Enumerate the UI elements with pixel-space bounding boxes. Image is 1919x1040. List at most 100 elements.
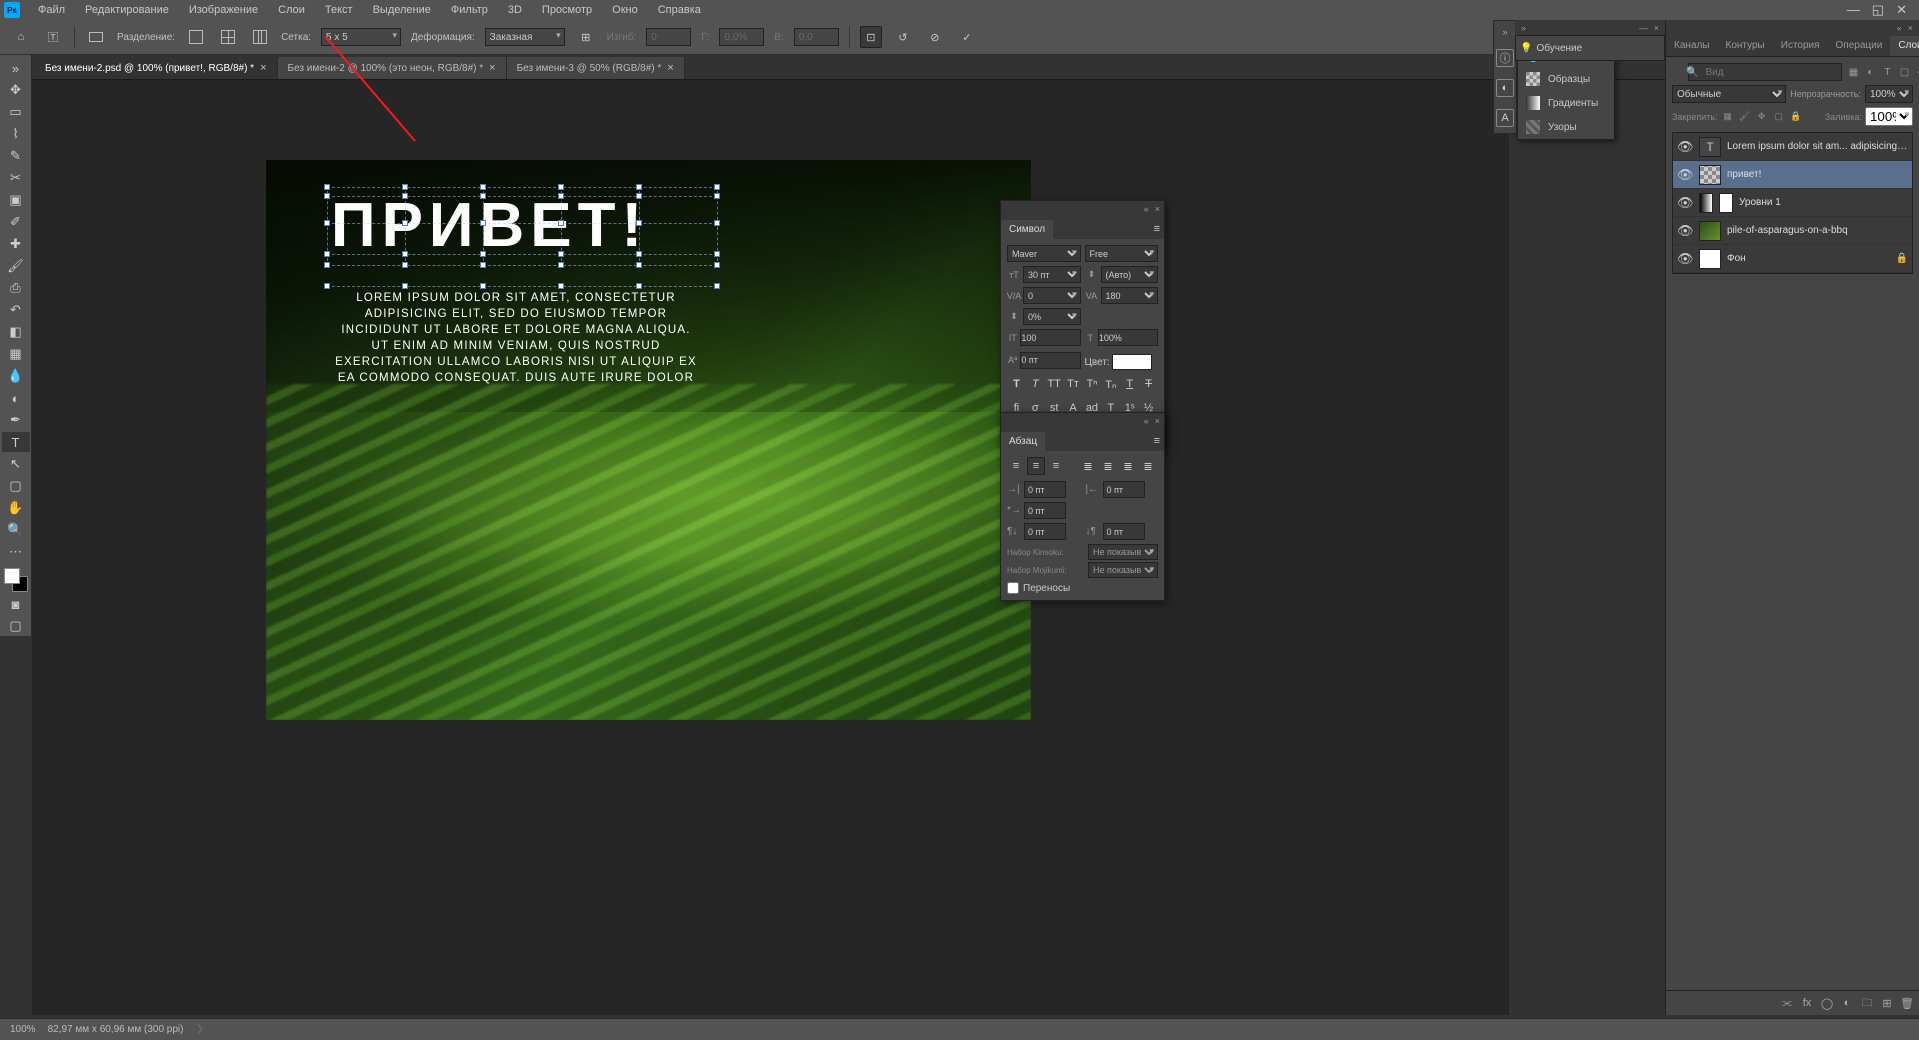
expand-icon[interactable]: » bbox=[1502, 27, 1507, 37]
filter-shape-icon[interactable]: ▢ bbox=[1897, 65, 1911, 79]
menu-layer[interactable]: Слои bbox=[268, 1, 315, 19]
menu-file[interactable]: Файл bbox=[28, 1, 75, 19]
lock-trans-icon[interactable]: ▦ bbox=[1721, 110, 1735, 124]
move-tool-preset-icon[interactable]: 🅃 bbox=[42, 26, 64, 48]
menu-window[interactable]: Окно bbox=[602, 1, 648, 19]
move-tool[interactable]: ✥ bbox=[2, 80, 30, 100]
space-before-input[interactable] bbox=[1024, 523, 1066, 540]
flyout-swatches[interactable]: Образцы bbox=[1518, 67, 1614, 91]
collapse-icon[interactable]: » bbox=[1521, 23, 1526, 33]
quick-select-tool[interactable]: ✎ bbox=[2, 146, 30, 166]
foreground-color[interactable] bbox=[4, 568, 20, 584]
libraries-icon[interactable]: A bbox=[1496, 109, 1514, 127]
properties-icon[interactable]: ⓘ bbox=[1496, 49, 1514, 67]
screenmode-icon[interactable]: ▢ bbox=[2, 616, 30, 636]
tab-layers[interactable]: Слои bbox=[1890, 36, 1919, 56]
tab-close-icon[interactable]: × bbox=[667, 62, 673, 74]
hand-tool[interactable]: ✋ bbox=[2, 498, 30, 518]
cancel-transform-icon[interactable]: ⊘ bbox=[924, 26, 946, 48]
menu-help[interactable]: Справка bbox=[648, 1, 711, 19]
panel-header[interactable]: «× bbox=[1001, 413, 1164, 429]
bold-icon[interactable]: T bbox=[1007, 374, 1026, 394]
color-swatch[interactable] bbox=[4, 568, 28, 592]
tab-paths[interactable]: Контуры bbox=[1718, 36, 1773, 56]
blur-tool[interactable]: 💧 bbox=[2, 366, 30, 386]
visibility-icon[interactable]: 👁 bbox=[1677, 195, 1693, 211]
orientation-toggle-icon[interactable] bbox=[85, 26, 107, 48]
close-panel-icon[interactable]: × bbox=[1908, 23, 1913, 33]
filter-smart-icon[interactable]: ◈ bbox=[1914, 65, 1919, 79]
doc-size[interactable]: 82,97 мм x 60,96 мм (300 ppi) bbox=[48, 1024, 184, 1035]
adjustments-icon[interactable]: ◐ bbox=[1496, 79, 1514, 97]
doc-tab-2[interactable]: Без имени-3 @ 50% (RGB/8#) *× bbox=[507, 57, 685, 79]
layer-name[interactable]: Lorem ipsum dolor sit am... adipisicing … bbox=[1727, 141, 1908, 152]
hyphenate-checkbox[interactable] bbox=[1007, 582, 1019, 594]
allcaps-icon[interactable]: TT bbox=[1045, 374, 1064, 394]
minimize-icon[interactable]: — bbox=[1847, 2, 1860, 18]
layer-row[interactable]: 👁 привет! bbox=[1673, 161, 1912, 189]
tab-actions[interactable]: Операции bbox=[1828, 36, 1891, 56]
tab-channels[interactable]: Каналы bbox=[1666, 36, 1718, 56]
menu-edit[interactable]: Редактирование bbox=[75, 1, 179, 19]
path-select-tool[interactable]: ↖ bbox=[2, 454, 30, 474]
smallcaps-icon[interactable]: Tᴛ bbox=[1064, 374, 1083, 394]
body-text-layer[interactable]: LOREM IPSUM DOLOR SIT AMET, CONSECTETUR … bbox=[331, 290, 701, 387]
reset-icon[interactable]: ↺ bbox=[892, 26, 914, 48]
visibility-icon[interactable]: 👁 bbox=[1677, 167, 1693, 183]
layer-row[interactable]: 👁 pile-of-asparagus-on-a-bbq bbox=[1673, 217, 1912, 245]
layer-fx-icon[interactable]: fx bbox=[1799, 995, 1815, 1011]
quickmask-icon[interactable]: ◙ bbox=[2, 594, 30, 614]
align-center-icon[interactable]: ≡ bbox=[1027, 457, 1045, 475]
text-color-swatch[interactable] bbox=[1112, 354, 1152, 370]
blend-mode-select[interactable]: Обычные bbox=[1672, 85, 1786, 103]
delete-layer-icon[interactable]: 🗑 bbox=[1899, 995, 1915, 1011]
learn-panel-tab[interactable]: 💡 Обучение bbox=[1515, 35, 1665, 61]
layer-name[interactable]: pile-of-asparagus-on-a-bbq bbox=[1727, 225, 1908, 236]
align-right-icon[interactable]: ≡ bbox=[1047, 457, 1065, 475]
superscript-icon[interactable]: Tⁿ bbox=[1083, 374, 1102, 394]
indent-first-input[interactable] bbox=[1024, 502, 1066, 519]
layer-filter-input[interactable] bbox=[1688, 63, 1842, 81]
collapse-icon[interactable]: « bbox=[1144, 204, 1149, 214]
edit-toolbar-icon[interactable]: ⋯ bbox=[2, 542, 30, 562]
collapse-icon[interactable]: » bbox=[2, 58, 30, 78]
lock-all-icon[interactable]: 🔒 bbox=[1789, 110, 1803, 124]
canvas-area[interactable]: ПРИВЕТ! LOREM IPSUM DOLOR SIT AMET, CONS… bbox=[32, 80, 1509, 1015]
space-after-input[interactable] bbox=[1103, 523, 1145, 540]
tab-close-icon[interactable]: × bbox=[260, 62, 266, 74]
indent-left-input[interactable] bbox=[1024, 481, 1066, 498]
layer-row[interactable]: 👁 Уровни 1 bbox=[1673, 189, 1912, 217]
document-canvas[interactable]: ПРИВЕТ! LOREM IPSUM DOLOR SIT AMET, CONS… bbox=[266, 160, 1031, 720]
dodge-tool[interactable]: ◐ bbox=[2, 388, 30, 408]
panel-header[interactable]: «× bbox=[1001, 201, 1164, 217]
new-layer-icon[interactable]: ⊞ bbox=[1879, 995, 1895, 1011]
layer-row[interactable]: 👁 Фон 🔒 bbox=[1673, 245, 1912, 273]
close-icon[interactable]: ✕ bbox=[1896, 2, 1907, 18]
filter-pixel-icon[interactable]: ▦ bbox=[1846, 65, 1860, 79]
height-input[interactable] bbox=[1020, 329, 1080, 346]
type-tool[interactable]: T bbox=[2, 432, 30, 452]
paragraph-tab[interactable]: Абзац bbox=[1001, 432, 1045, 451]
lock-artboard-icon[interactable]: ▢ bbox=[1772, 110, 1786, 124]
warp-style-select[interactable]: Заказная bbox=[485, 28, 565, 46]
justify-center-icon[interactable]: ≣ bbox=[1099, 457, 1117, 475]
strike-icon[interactable]: T bbox=[1139, 374, 1158, 394]
tracking-select[interactable]: 180 bbox=[1101, 287, 1159, 304]
menu-select[interactable]: Выделение bbox=[363, 1, 441, 19]
menu-view[interactable]: Просмотр bbox=[532, 1, 602, 19]
zoom-level[interactable]: 100% bbox=[10, 1024, 36, 1035]
kinsoku-select[interactable]: Не показывать bbox=[1088, 544, 1158, 560]
filter-adjust-icon[interactable]: ◐ bbox=[1863, 65, 1877, 79]
grid-select[interactable]: 5 x 5 bbox=[321, 28, 401, 46]
layer-mask-icon[interactable]: ◯ bbox=[1819, 995, 1835, 1011]
fill-select[interactable]: 100% bbox=[1865, 107, 1913, 126]
justify-all-icon[interactable]: ≣ bbox=[1139, 457, 1157, 475]
underline-icon[interactable]: T bbox=[1120, 374, 1139, 394]
collapse-icon[interactable]: « bbox=[1897, 23, 1902, 33]
layer-name[interactable]: привет! bbox=[1727, 169, 1908, 180]
collapse-icon[interactable]: « bbox=[1144, 416, 1149, 426]
home-icon[interactable]: ⌂ bbox=[10, 26, 32, 48]
warp-orientation-icon[interactable]: ⊞ bbox=[575, 26, 597, 48]
align-left-icon[interactable]: ≡ bbox=[1007, 457, 1025, 475]
font-family-select[interactable]: Maver bbox=[1007, 245, 1081, 262]
